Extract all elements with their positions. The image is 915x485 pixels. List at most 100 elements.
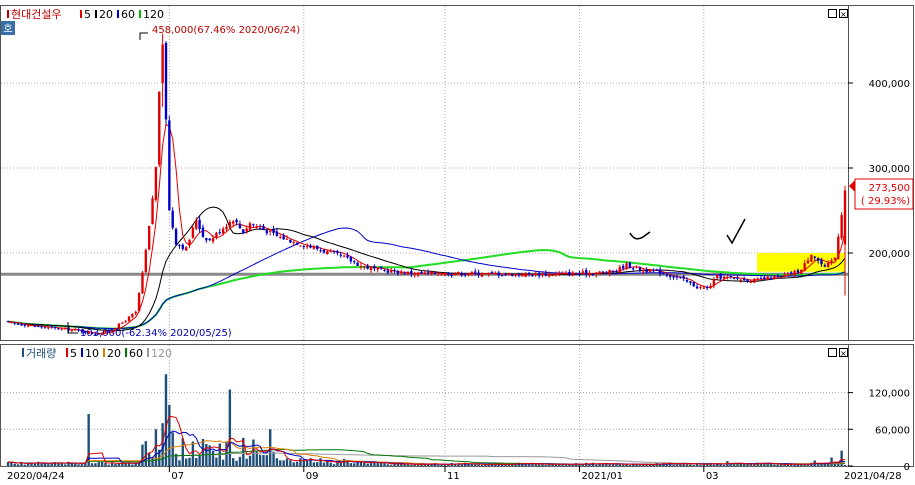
candle-body-76 [262,226,265,230]
candle-body-64 [221,228,225,234]
candle-body-248 [840,215,843,239]
candle-body-190 [645,269,648,273]
candle-body-235 [796,270,800,273]
volume-maximize-button[interactable] [828,348,837,357]
volume-bar-95 [326,461,329,466]
candle-body-126 [430,271,433,275]
candle-body-101 [346,255,349,258]
volume-bar-114 [390,464,393,466]
candle-body-187 [635,266,638,268]
candle-body-122 [416,272,420,276]
volume-bar-106 [363,462,366,466]
price-tick-label-2: 200,000 [869,249,910,260]
candle-body-135 [460,273,463,276]
candle-body-121 [413,274,416,276]
candle-body-61 [211,238,215,242]
candle-body-46 [161,44,164,83]
candle-body-212 [719,273,722,279]
candle-body-204 [692,281,695,287]
candle-body-54 [188,239,191,246]
price-tick-label-0: 400,000 [869,79,910,90]
volume-bar-120 [410,464,413,466]
volume-bar-64 [221,459,225,466]
x-end-date: 2021/04/28 [844,471,902,481]
candle-body-141 [480,274,484,277]
volume-bar-32 [114,464,117,466]
candle-body-131 [447,272,450,276]
x-tick-label-0: 07 [171,471,184,481]
candle-body-200 [679,276,682,278]
candle-body-86 [295,242,299,245]
volume-bar-129 [440,464,443,466]
candle-body-91 [312,246,316,249]
candle-body-173 [588,273,591,276]
candle-body-92 [316,245,319,250]
candle-body-70 [242,229,245,234]
candle-body-79 [272,228,275,233]
candle-body-229 [776,276,779,278]
candle-body-142 [484,273,487,275]
volume-bar-22 [80,464,84,466]
volume-bar-55 [191,441,195,466]
candle-body-75 [258,227,262,229]
volume-bar-51 [178,460,181,466]
candle-body-130 [443,272,447,276]
volume-bar-241 [816,464,820,466]
volume-bar-26 [94,463,97,466]
volume-bar-79 [272,451,275,466]
candle-body-241 [816,257,820,261]
volume-bar-130 [443,464,447,466]
candle-body-197 [669,275,672,278]
volume-bar-3 [16,464,20,466]
volume-bar-213 [722,464,726,466]
candle-body-71 [245,228,248,232]
last-price-box: 273,500 ( 29.93%) [849,178,914,210]
x-tick-label-3: 2021/01 [581,471,623,481]
x-tick-label-1: 09 [306,471,319,481]
price-maximize-button[interactable] [828,9,837,18]
candle-body-94 [322,249,326,253]
candle-body-20 [74,329,77,331]
candle-body-177 [601,271,605,273]
candle-body-123 [420,271,423,274]
candle-body-205 [695,286,699,289]
candle-body-13 [50,326,53,328]
candle-body-6 [26,325,30,327]
candle-body-77 [265,230,269,234]
candle-body-176 [598,271,601,273]
candle-body-73 [252,224,255,226]
candle-body-119 [406,272,410,275]
candle-body-150 [511,274,514,276]
price-panel [0,5,849,341]
candle-body-172 [584,270,588,275]
volume-bar-243 [823,464,827,466]
candle-body-183 [621,265,625,269]
candle-body-42 [147,225,151,250]
candle-body-118 [403,273,406,275]
volume-bar-170 [578,464,581,466]
candle-body-231 [783,274,786,277]
candle-body-206 [699,287,702,289]
candle-body-134 [457,272,460,275]
close-icon: × [840,349,847,358]
volume-bar-54 [188,457,191,466]
vol-legend-ma120: 120 [151,347,172,360]
volume-bar-80 [275,458,279,466]
candle-body-50 [174,229,178,245]
candle-body-67 [232,221,235,224]
candle-body-211 [716,275,719,279]
candle-body-166 [564,272,568,274]
candle-body-148 [504,274,507,276]
x-start-date: 2020/04/24 [7,471,65,481]
volume-bar-103 [353,463,356,466]
candle-body-155 [527,272,531,275]
volume-bar-198 [672,464,675,466]
vol-marker-volume [22,348,24,357]
candle-body-225 [763,277,766,280]
candle-body-74 [255,226,258,228]
volume-bar-84 [289,460,292,466]
volume-bar-2 [13,463,16,466]
candle-body-137 [467,274,470,276]
candle-body-194 [658,269,662,275]
candle-body-222 [753,278,756,283]
